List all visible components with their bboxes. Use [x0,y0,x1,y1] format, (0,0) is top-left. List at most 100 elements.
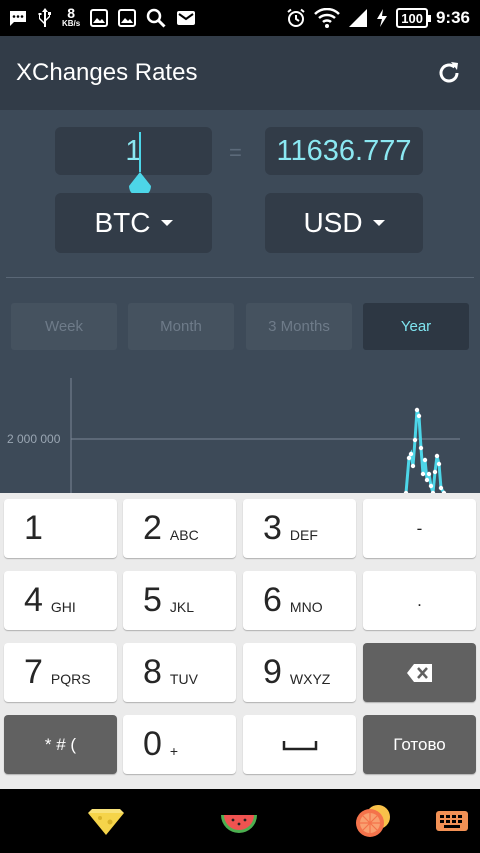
key-9[interactable]: 9 WXYZ [243,643,356,702]
speed-value: 8 [67,5,76,21]
done-label: Готово [393,734,446,754]
key-backspace[interactable] [363,643,476,702]
key-7[interactable]: 7 PQRS [4,643,117,702]
key-letters: ABC [169,526,199,543]
signal-icon [348,8,368,28]
clock: 9:36 [435,8,470,27]
to-currency-label: USD [303,207,363,238]
data-point [418,445,424,451]
numeric-keyboard: 1 2 ABC 3 DEF - 4 GHI 5 JKL 6 MNO . 7 PQRS 8 TU… [0,493,480,789]
data-point [422,457,428,463]
battery-indicator: 100 [396,8,431,28]
data-point [424,477,430,483]
alarm-icon [286,8,306,28]
key-digit: 1 [24,509,43,547]
key-4[interactable]: 4 GHI [4,571,117,630]
key-letters: MNO [289,598,323,615]
key-letters: PQRS [50,670,91,687]
key-symbol: - [416,518,423,538]
keyboard-icon[interactable] [434,803,474,839]
data-point [416,413,422,419]
key-3[interactable]: 3 DEF [243,499,356,558]
refresh-icon [439,62,459,83]
key-8[interactable]: 8 TUV [123,643,236,702]
data-point [412,437,418,443]
refresh-button[interactable] [434,58,464,88]
usb-icon [38,7,52,29]
from-currency-label: BTC [94,207,151,238]
chevron-down-icon [160,220,173,226]
data-point [414,407,420,413]
data-point [420,471,426,477]
tab-3-months[interactable]: 3 Months [246,303,352,350]
app-bar: XChanges Rates [0,36,480,110]
series-line [403,407,447,493]
key-digit: 0 [143,725,162,763]
data-point [410,463,416,469]
data-point [408,451,414,457]
key-digit: 7 [24,653,43,691]
tab-week[interactable]: Week [11,303,117,350]
key-digit: 5 [143,581,162,619]
key-minus[interactable]: - [363,499,476,558]
space-icon [282,740,317,750]
image-icon-2 [118,9,137,27]
key-letters: WXYZ [289,670,331,687]
key-dot[interactable]: . [363,571,476,630]
mail-icon [176,10,196,26]
speed-unit: KB/s [62,19,81,28]
rate-chart: 2 000 000 [7,378,460,493]
data-point [426,471,432,477]
citrus-icon[interactable] [354,803,394,839]
network-speed: 8 KB/s [62,5,81,29]
converted-value: 11636.777 [265,127,423,175]
key-letters: TUV [169,670,198,687]
wifi-icon [314,8,341,28]
divider [6,277,474,278]
key-6[interactable]: 6 MNO [243,571,356,630]
bottom-bar [0,789,480,853]
key-digit: 4 [24,581,43,619]
tab-month[interactable]: Month [128,303,234,350]
to-currency-select[interactable]: USD [265,193,423,253]
key-symbol: * # ( [44,734,77,754]
key-letters: + [169,742,179,759]
data-point [438,485,444,491]
key-letters: DEF [289,526,318,543]
amount-input[interactable]: 1 [55,127,212,175]
key-2[interactable]: 2 ABC [123,499,236,558]
status-bar: 8 KB/s 100 9:36 [0,0,480,36]
data-point [436,461,442,467]
key-digit: 8 [143,653,162,691]
key-letters: GHI [50,598,76,615]
image-icon [90,9,109,27]
key-0[interactable]: 0 + [123,715,236,774]
key-5[interactable]: 5 JKL [123,571,236,630]
text-cursor [139,132,141,172]
equals-sign: = [229,140,242,165]
data-point [428,483,434,489]
key-digit: 9 [263,653,282,691]
key-digit: 6 [263,581,282,619]
key-symbol: . [417,590,422,610]
data-point [432,469,438,475]
data-point [434,453,440,459]
key-symbols[interactable]: * # ( [4,715,117,774]
from-currency-select[interactable]: BTC [55,193,212,253]
y-tick-label: 2 000 000 [7,432,61,446]
key-digit: 3 [263,509,282,547]
tab-year[interactable]: Year [363,303,469,350]
chevron-down-icon [372,220,385,226]
key-1[interactable]: 1 [4,499,117,558]
key-done[interactable]: Готово [363,715,476,774]
backspace-icon [406,663,432,682]
app-title: XChanges Rates [16,59,198,86]
cheese-icon[interactable] [86,803,126,839]
search-icon [146,8,166,28]
key-space[interactable] [243,715,356,774]
watermelon-icon[interactable] [219,803,259,839]
charging-icon [376,8,388,28]
key-letters: JKL [169,598,195,615]
data-point [406,455,412,461]
key-digit: 2 [143,509,162,547]
